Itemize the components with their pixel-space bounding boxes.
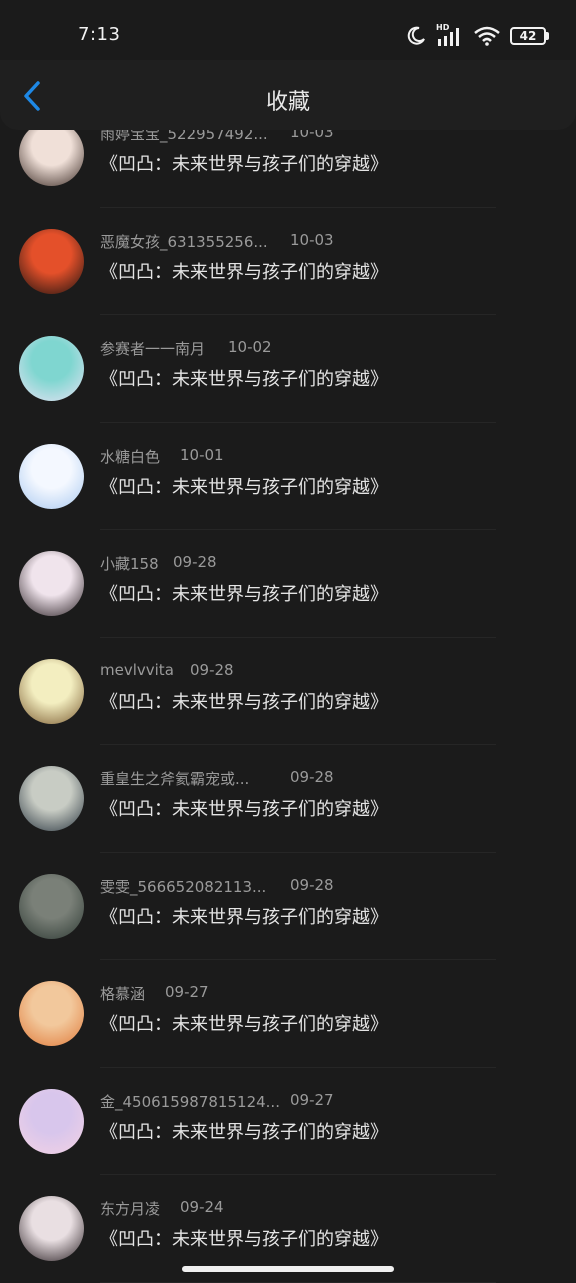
avatar[interactable] (19, 551, 84, 616)
status-bar: 7:13 HD 42 (0, 0, 576, 60)
avatar[interactable] (19, 873, 84, 939)
item-meta: 恶魔女孩_631355256... 10-03 (100, 231, 334, 252)
book-title: 《凹凸：未来世界与孩子们的穿越》 (100, 1014, 388, 1035)
divider (100, 1281, 496, 1283)
avatar[interactable] (19, 228, 84, 294)
avatar[interactable] (19, 1196, 84, 1261)
book-title: 《凹凸：未来世界与孩子们的穿越》 (100, 1121, 388, 1143)
user-name: 格慕涵 (100, 985, 146, 1003)
item-meta: 东方月凌 09-24 (100, 1198, 224, 1219)
avatar[interactable] (19, 766, 84, 831)
battery-icon: 42 (510, 27, 549, 45)
list-item[interactable]: 重皇生之斧氦霸宠或... 09-28 《凹凸：未来世界与孩子们的穿越》 (0, 745, 576, 853)
avatar[interactable] (19, 981, 84, 1046)
item-meta: 格慕涵 09-27 (100, 983, 209, 1004)
item-meta: mevlvvita 09-28 (100, 660, 234, 679)
user-name: mevlvvita (100, 660, 174, 679)
item-date: 09-27 (165, 983, 209, 1001)
item-date: 09-28 (290, 768, 334, 786)
avatar[interactable] (19, 443, 84, 509)
user-name: 水糖白色 (100, 447, 161, 466)
list-item[interactable]: 水糖白色 10-01 《凹凸：未来世界与孩子们的穿越》 (0, 423, 576, 530)
title-bar: 收藏 (0, 60, 576, 130)
item-meta: 雯雯_566652082113... 09-28 (100, 876, 334, 897)
book-title: 《凹凸：未来世界与孩子们的穿越》 (100, 369, 388, 390)
book-title: 《凹凸：未来世界与孩子们的穿越》 (100, 584, 388, 605)
avatar[interactable] (19, 1088, 84, 1154)
user-name: 恶魔女孩_631355256... (100, 232, 268, 251)
user-name: 雯雯_566652082113... (100, 877, 267, 896)
status-time: 7:13 (78, 24, 121, 45)
wifi-icon (474, 26, 500, 46)
book-title: 《凹凸：未来世界与孩子们的穿越》 (100, 476, 388, 498)
book-title: 《凹凸：未来世界与孩子们的穿越》 (100, 1229, 388, 1250)
item-date: 10-01 (180, 445, 224, 464)
book-title: 《凹凸：未来世界与孩子们的穿越》 (100, 154, 388, 175)
page-title: 收藏 (265, 90, 310, 115)
user-name: 金_450615987815124... (100, 1092, 280, 1111)
avatar[interactable] (19, 658, 84, 724)
book-title: 《凹凸：未来世界与孩子们的穿越》 (100, 261, 388, 283)
user-name: 重皇生之斧氦霸宠或... (100, 770, 250, 788)
book-title: 《凹凸：未来世界与孩子们的穿越》 (100, 691, 388, 713)
user-name: 参赛者一一南月 (100, 340, 206, 358)
battery-level: 42 (519, 29, 537, 43)
item-date: 10-03 (290, 230, 334, 249)
user-name: 东方月凌 (100, 1200, 161, 1218)
item-meta: 水糖白色 10-01 (100, 446, 224, 467)
item-meta: 参赛者一一南月 10-02 (100, 338, 272, 359)
home-indicator[interactable] (182, 1266, 394, 1272)
item-date: 09-24 (180, 1198, 224, 1216)
book-title: 《凹凸：未来世界与孩子们的穿越》 (100, 799, 388, 820)
item-date: 09-28 (290, 875, 334, 894)
avatar[interactable] (19, 121, 84, 186)
item-date: 09-28 (173, 553, 217, 571)
item-meta: 金_450615987815124... 09-27 (100, 1091, 334, 1112)
item-date: 09-27 (290, 1090, 334, 1109)
list-item[interactable]: 参赛者一一南月 10-02 《凹凸：未来世界与孩子们的穿越》 (0, 315, 576, 423)
book-title: 《凹凸：未来世界与孩子们的穿越》 (100, 906, 388, 928)
status-icons: HD 42 (406, 22, 549, 50)
avatar[interactable] (19, 336, 84, 401)
item-meta: 小藏158 09-28 (100, 553, 217, 574)
list-item[interactable]: 格慕涵 09-27 《凹凸：未来世界与孩子们的穿越》 (0, 960, 576, 1068)
list-item[interactable]: 金_450615987815124... 09-27 《凹凸：未来世界与孩子们的穿越… (0, 1068, 576, 1175)
cellular-signal-icon: HD (436, 23, 464, 47)
favorites-list: 雨婷宝宝_522957492... 10-03 《凹凸：未来世界与孩子们的穿越》 恶魔… (0, 100, 576, 1283)
user-name: 小藏158 (100, 555, 159, 573)
item-date: 10-02 (228, 338, 272, 356)
item-date: 09-28 (190, 660, 234, 679)
list-item[interactable]: 小藏158 09-28 《凹凸：未来世界与孩子们的穿越》 (0, 530, 576, 638)
list-item[interactable]: 恶魔女孩_631355256... 10-03 《凹凸：未来世界与孩子们的穿越》 (0, 208, 576, 315)
item-meta: 重皇生之斧氦霸宠或... 09-28 (100, 768, 334, 789)
list-item[interactable]: 雯雯_566652082113... 09-28 《凹凸：未来世界与孩子们的穿越》 (0, 853, 576, 960)
moon-icon (407, 26, 425, 45)
list-item[interactable]: mevlvvita 09-28 《凹凸：未来世界与孩子们的穿越》 (0, 638, 576, 745)
